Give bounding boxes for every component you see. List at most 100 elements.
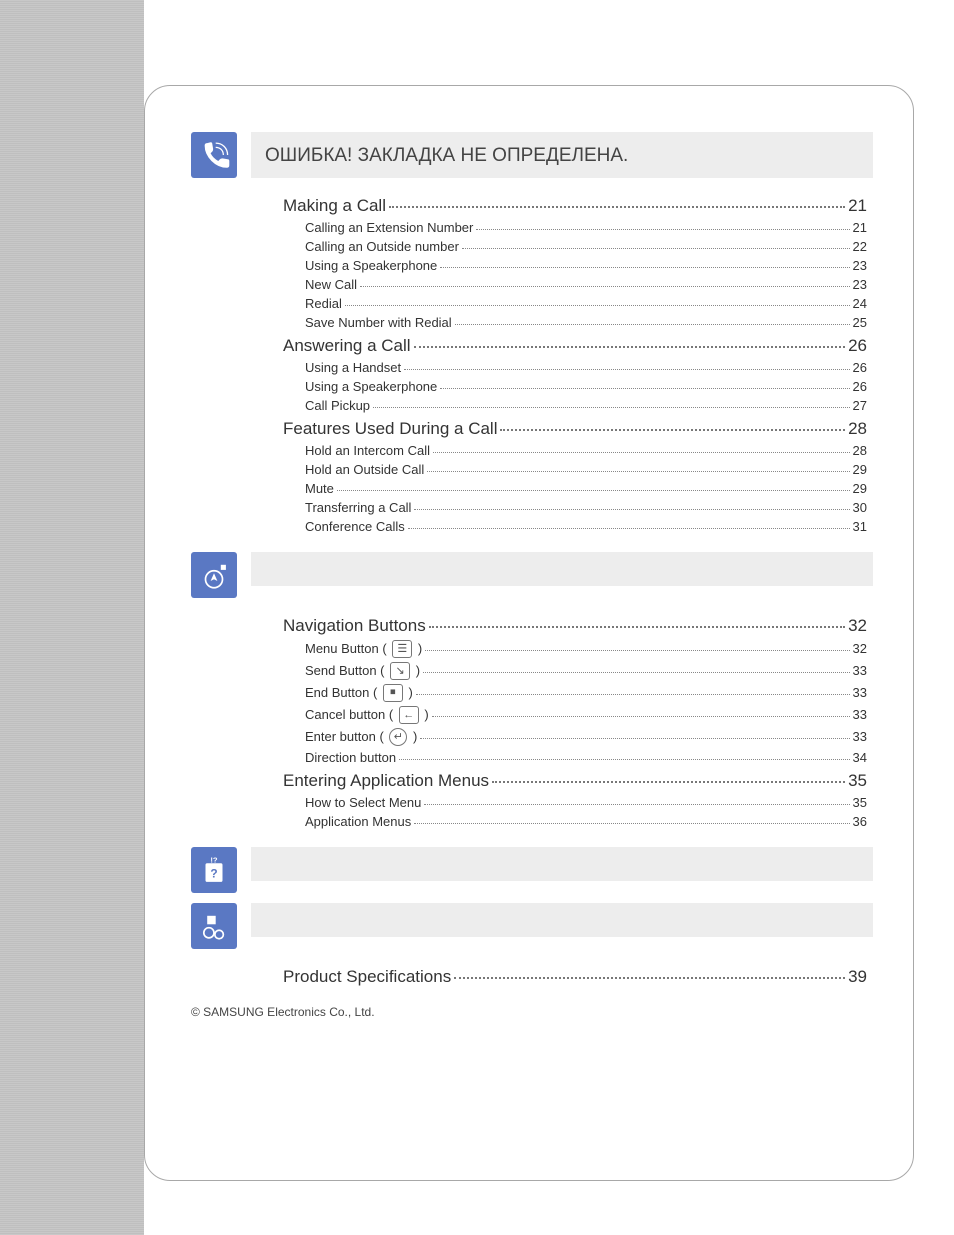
leader-dots xyxy=(423,672,849,673)
toc-item[interactable]: Calling an Extension Number 21 xyxy=(305,220,867,235)
toc-page: 39 xyxy=(848,967,867,987)
toc-block: Product Specifications 39 xyxy=(283,967,867,987)
toc-heading[interactable]: Answering a Call26 xyxy=(283,336,867,356)
toc-page: 29 xyxy=(853,481,867,496)
toc-label: End Button ( ) xyxy=(305,684,413,702)
toc-label: Conference Calls xyxy=(305,519,405,534)
brand-name-bold: Office xyxy=(160,56,225,83)
phone-icon xyxy=(191,132,237,178)
brand-name: OfficeServ xyxy=(160,58,272,82)
section-header xyxy=(185,903,873,949)
toc-item[interactable]: Hold an Intercom Call 28 xyxy=(305,443,867,458)
toc-item[interactable]: Application Menus 36 xyxy=(305,814,867,829)
toc-page: 21 xyxy=(853,220,867,235)
toc-item[interactable]: Redial 24 xyxy=(305,296,867,311)
end-key-icon xyxy=(383,684,403,702)
leader-dots xyxy=(432,716,850,717)
leader-dots xyxy=(414,509,849,510)
toc-label: Redial xyxy=(305,296,342,311)
enter-key-icon xyxy=(389,728,407,746)
toc-heading[interactable]: Entering Application Menus35 xyxy=(283,771,867,791)
section-header: ?!? xyxy=(185,847,873,893)
toc-page: 23 xyxy=(853,258,867,273)
leader-dots xyxy=(462,248,850,249)
leader-dots xyxy=(414,823,849,824)
toc-item[interactable]: End Button ( ) 33 xyxy=(305,684,867,702)
section-title xyxy=(251,552,873,586)
toc-page: 31 xyxy=(853,519,867,534)
toc-item[interactable]: New Call23 xyxy=(305,277,867,292)
leader-dots xyxy=(476,229,849,230)
menu-key-icon xyxy=(392,640,412,658)
toc-item[interactable]: Mute29 xyxy=(305,481,867,496)
toc-item[interactable]: Direction button34 xyxy=(305,750,867,765)
toc-page: 28 xyxy=(853,443,867,458)
toc-item[interactable]: Using a Handset26 xyxy=(305,360,867,375)
toc-label: Calling an Outside number xyxy=(305,239,459,254)
leader-dots xyxy=(454,977,845,979)
compass-icon xyxy=(191,552,237,598)
toc-heading[interactable]: Product Specifications 39 xyxy=(283,967,867,987)
toc-page: 27 xyxy=(853,398,867,413)
leader-dots xyxy=(433,452,850,453)
toc-label: Making a Call xyxy=(283,196,386,216)
section-header: ОШИБКА! ЗАКЛАДКА НЕ ОПРЕДЕЛЕНА. xyxy=(185,132,873,178)
cancel-key-icon xyxy=(399,706,419,724)
toc-item[interactable]: Cancel button ( )33 xyxy=(305,706,867,724)
toc-item[interactable]: Hold an Outside Call29 xyxy=(305,462,867,477)
leader-dots xyxy=(389,206,845,208)
toc-page: 36 xyxy=(853,814,867,829)
toc-item[interactable]: Send Button ( ) 33 xyxy=(305,662,867,680)
toc-item[interactable]: Call Pickup 27 xyxy=(305,398,867,413)
toc-label: Product Specifications xyxy=(283,967,451,987)
leader-dots xyxy=(345,305,850,306)
leader-dots xyxy=(425,650,849,651)
toc-page: 24 xyxy=(853,296,867,311)
toc-label: Calling an Extension Number xyxy=(305,220,473,235)
leader-dots xyxy=(427,471,849,472)
toc-label: Cancel button ( ) xyxy=(305,706,429,724)
copyright: © SAMSUNG Electronics Co., Ltd. xyxy=(191,1005,873,1019)
toc-heading[interactable]: Features Used During a Call 28 xyxy=(283,419,867,439)
toc-label: Answering a Call xyxy=(283,336,411,356)
toc-label: Hold an Intercom Call xyxy=(305,443,430,458)
toc-label: Send Button ( ) xyxy=(305,662,420,680)
toc-item[interactable]: Enter button ( )33 xyxy=(305,728,867,746)
toc-label: Call Pickup xyxy=(305,398,370,413)
leader-dots xyxy=(429,626,845,628)
toc-label: Menu Button ( ) xyxy=(305,640,422,658)
leader-dots xyxy=(416,694,850,695)
svg-text:!?: !? xyxy=(210,855,218,864)
toc-heading[interactable]: Navigation Buttons32 xyxy=(283,616,867,636)
toc-page: 33 xyxy=(853,663,867,678)
toc-item[interactable]: Using a Speakerphone23 xyxy=(305,258,867,273)
toc-item[interactable]: Conference Calls 31 xyxy=(305,519,867,534)
toc-page: 26 xyxy=(853,379,867,394)
toc-label: Features Used During a Call xyxy=(283,419,497,439)
help-icon: ?!? xyxy=(191,847,237,893)
toc-item[interactable]: Using a Speakerphone26 xyxy=(305,379,867,394)
toc-page: 25 xyxy=(853,315,867,330)
toc-item[interactable]: Transferring a Call30 xyxy=(305,500,867,515)
brand-name-light: Serv xyxy=(225,56,272,83)
toc-heading[interactable]: Making a Call 21 xyxy=(283,196,867,216)
toc-page: 32 xyxy=(848,616,867,636)
leader-dots xyxy=(500,429,845,431)
toc-label: Enter button ( ) xyxy=(305,728,417,746)
toc-item[interactable]: Menu Button ( ) 32 xyxy=(305,640,867,658)
toc-label: New Call xyxy=(305,277,357,292)
toc-page: 28 xyxy=(848,419,867,439)
toc-page: 32 xyxy=(853,641,867,656)
toc-item[interactable]: How to Select Menu35 xyxy=(305,795,867,810)
toc-page: 29 xyxy=(853,462,867,477)
toc-page: 21 xyxy=(848,196,867,216)
leader-dots xyxy=(373,407,850,408)
section-title xyxy=(251,903,873,937)
toc-page: 22 xyxy=(853,239,867,254)
toc-label: Application Menus xyxy=(305,814,411,829)
leader-dots xyxy=(440,267,849,268)
toc-page: 33 xyxy=(853,685,867,700)
toc-item[interactable]: Save Number with Redial25 xyxy=(305,315,867,330)
section-header xyxy=(185,552,873,598)
toc-item[interactable]: Calling an Outside number 22 xyxy=(305,239,867,254)
